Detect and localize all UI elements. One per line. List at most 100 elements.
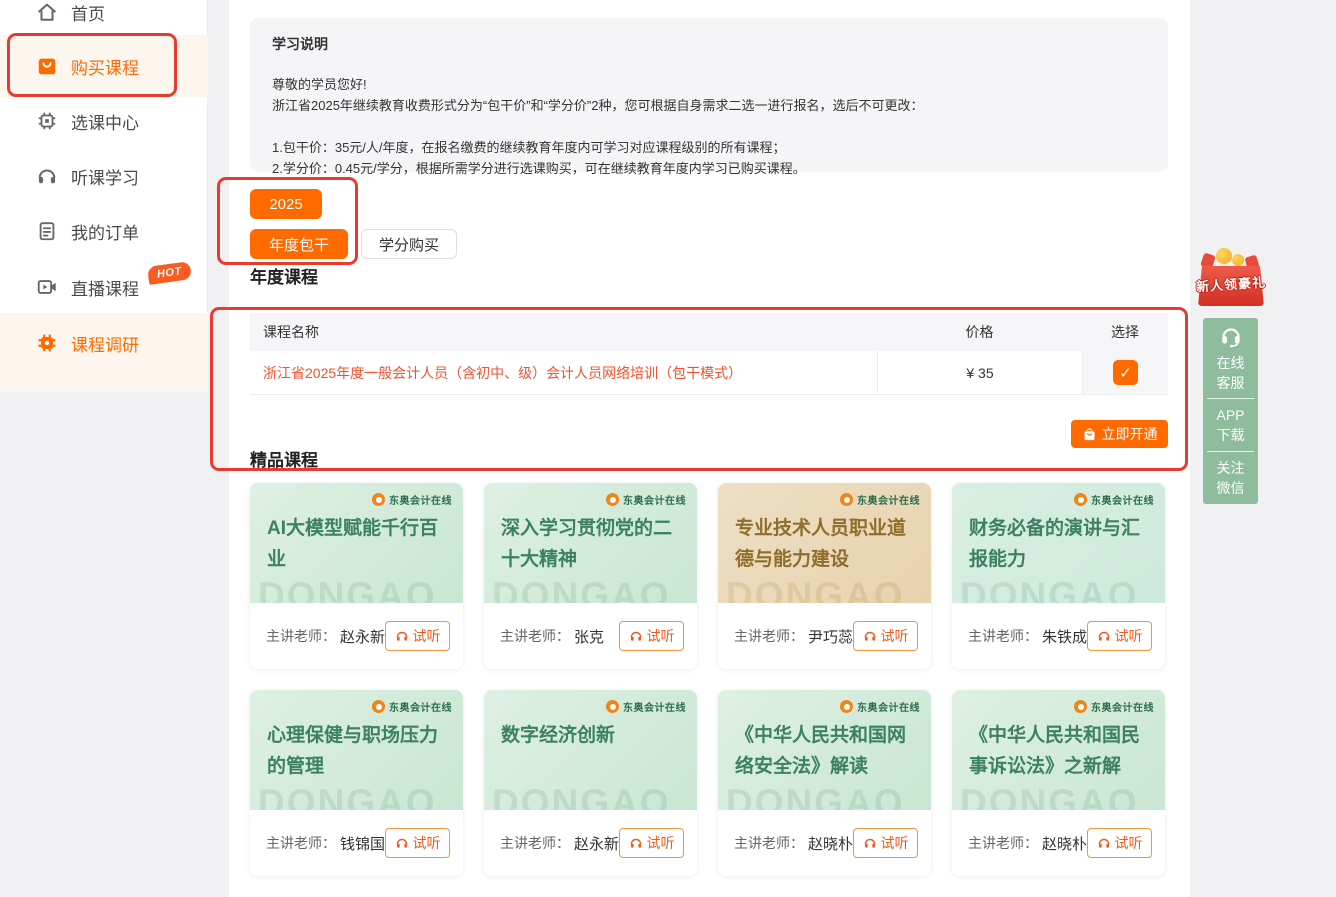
follow-wechat-button[interactable]: 关注微信 <box>1203 452 1258 504</box>
dongao-watermark: DONGAO <box>960 575 1139 603</box>
app-download-label: APP下载 <box>1211 405 1251 445</box>
headphone-icon <box>863 629 877 643</box>
dongao-watermark: DONGAO <box>492 782 671 810</box>
open-now-button[interactable]: 立即开通 <box>1071 420 1168 448</box>
teacher-name: 尹巧蕊 <box>808 626 853 647</box>
new-user-gift-banner[interactable]: 新人领豪礼 <box>1194 248 1268 310</box>
sidebar-item-buy-course[interactable]: 购买课程 <box>0 46 208 86</box>
sidebar-item-label: 听课学习 <box>71 164 139 189</box>
column-header-price: 价格 <box>877 322 1082 342</box>
course-card[interactable]: 东奥会计在线 《中华人民共和国网络安全法》解读 DONGAO 主讲老师：赵晓朴 … <box>718 690 931 876</box>
learning-notice-panel: 学习说明 尊敬的学员您好! 浙江省2025年继续教育收费形式分为“包干价”和“学… <box>250 18 1168 172</box>
notice-title: 学习说明 <box>272 34 1146 54</box>
dongao-logo: 东奥会计在线 <box>606 699 686 714</box>
dongao-logo-icon <box>372 493 385 506</box>
listen-trial-button[interactable]: 试听 <box>619 621 684 651</box>
course-card-title: 财务必备的演讲与汇报能力 <box>969 513 1151 575</box>
listen-trial-button[interactable]: 试听 <box>385 621 450 651</box>
teacher-name: 钱锦国 <box>340 833 385 854</box>
shopping-bag-icon <box>36 55 58 77</box>
teacher-label: 主讲老师： <box>500 626 570 646</box>
teacher-label: 主讲老师： <box>500 833 570 853</box>
sidebar: 首页 购买课程 选课中心 听课学习 我的订单 <box>0 0 208 392</box>
teacher-label: 主讲老师： <box>266 626 336 646</box>
sidebar-item-my-orders[interactable]: 我的订单 <box>0 211 208 251</box>
course-card[interactable]: 东奥会计在线 AI大模型赋能千行百业 DONGAO 主讲老师：赵永新 试听 <box>250 483 463 669</box>
course-card[interactable]: 东奥会计在线 数字经济创新 DONGAO 主讲老师：赵永新 试听 <box>484 690 697 876</box>
listen-trial-button[interactable]: 试听 <box>853 621 918 651</box>
teacher-name: 朱铁成 <box>1042 626 1087 647</box>
premium-course-title: 精品课程 <box>250 446 318 471</box>
listen-trial-button[interactable]: 试听 <box>385 828 450 858</box>
tab-credit-purchase[interactable]: 学分购买 <box>361 229 457 259</box>
listen-trial-button[interactable]: 试听 <box>1087 621 1152 651</box>
sidebar-item-label: 我的订单 <box>71 219 139 244</box>
checkmark-icon: ✓ <box>1119 364 1132 382</box>
headphone-icon <box>395 836 409 850</box>
online-service-label: 在线客服 <box>1215 353 1247 393</box>
notice-rule-1: 1.包干价：35元/人/年度，在报名缴费的继续教育年度内可学习对应课程级别的所有… <box>272 137 1146 158</box>
sidebar-item-label: 首页 <box>71 0 105 25</box>
floating-side-panel: 在线客服 APP下载 关注微信 <box>1203 318 1258 504</box>
order-list-icon <box>36 220 58 242</box>
app-download-button[interactable]: APP下载 <box>1203 399 1258 451</box>
teacher-label: 主讲老师： <box>734 833 804 853</box>
course-card-title: 心理保健与职场压力的管理 <box>267 720 449 782</box>
listen-trial-button[interactable]: 试听 <box>619 828 684 858</box>
course-card-title: 深入学习贯彻党的二十大精神 <box>501 513 683 575</box>
annual-course-table: 课程名称 价格 选择 浙江省2025年度一般会计人员（含初中、级）会计人员网络培… <box>250 313 1168 395</box>
listen-trial-button[interactable]: 试听 <box>853 828 918 858</box>
course-card[interactable]: 东奥会计在线 《中华人民共和国民事诉讼法》之新解 DONGAO 主讲老师：赵晓朴… <box>952 690 1165 876</box>
dongao-logo-icon <box>1074 493 1087 506</box>
dongao-logo: 东奥会计在线 <box>1074 699 1154 714</box>
dongao-logo: 东奥会计在线 <box>1074 492 1154 507</box>
teacher-label: 主讲老师： <box>266 833 336 853</box>
course-card-title: 数字经济创新 <box>501 720 683 751</box>
teacher-name: 赵晓朴 <box>808 833 853 854</box>
course-name-link[interactable]: 浙江省2025年度一般会计人员（含初中、级）会计人员网络培训（包干模式） <box>250 363 877 383</box>
listen-trial-button[interactable]: 试听 <box>1087 828 1152 858</box>
follow-wechat-label: 关注微信 <box>1215 458 1247 498</box>
gear-icon <box>36 332 58 354</box>
course-card-title: 《中华人民共和国网络安全法》解读 <box>735 720 917 782</box>
headphone-icon <box>629 836 643 850</box>
sidebar-item-course-center[interactable]: 选课中心 <box>0 101 208 141</box>
dongao-logo-icon <box>1074 700 1087 713</box>
home-icon <box>36 1 58 23</box>
headphone-icon <box>1097 629 1111 643</box>
notice-greeting: 尊敬的学员您好! <box>272 74 1146 95</box>
sidebar-item-listen-study[interactable]: 听课学习 <box>0 156 208 196</box>
headphone-icon <box>863 836 877 850</box>
sidebar-item-home[interactable]: 首页 <box>0 0 208 32</box>
video-camera-icon <box>36 276 58 298</box>
course-price: ¥ 35 <box>877 351 1082 394</box>
tab-annual-package[interactable]: 年度包干 <box>250 229 348 259</box>
headphone-icon <box>395 629 409 643</box>
course-card-title: AI大模型赋能千行百业 <box>267 513 449 575</box>
dongao-watermark: DONGAO <box>258 575 437 603</box>
online-service-button[interactable]: 在线客服 <box>1203 318 1258 398</box>
teacher-name: 赵晓朴 <box>1042 833 1087 854</box>
dongao-watermark: DONGAO <box>492 575 671 603</box>
dongao-logo: 东奥会计在线 <box>606 492 686 507</box>
course-card[interactable]: 东奥会计在线 专业技术人员职业道德与能力建设 DONGAO 主讲老师：尹巧蕊 试… <box>718 483 931 669</box>
dongao-logo-icon <box>840 493 853 506</box>
course-card[interactable]: 东奥会计在线 心理保健与职场压力的管理 DONGAO 主讲老师：钱锦国 试听 <box>250 690 463 876</box>
column-header-select: 选择 <box>1082 322 1168 342</box>
sidebar-item-label: 直播课程 <box>71 275 139 300</box>
teacher-name: 赵永新 <box>340 626 385 647</box>
course-card[interactable]: 东奥会计在线 深入学习贯彻党的二十大精神 DONGAO 主讲老师：张克 试听 <box>484 483 697 669</box>
purchase-course-page: 首页 购买课程 选课中心 听课学习 我的订单 <box>0 0 1336 897</box>
teacher-name: 赵永新 <box>574 833 619 854</box>
dongao-watermark: DONGAO <box>726 575 905 603</box>
course-card-title: 《中华人民共和国民事诉讼法》之新解 <box>969 720 1151 782</box>
table-header-row: 课程名称 价格 选择 <box>250 313 1168 351</box>
dongao-logo-icon <box>840 700 853 713</box>
dongao-watermark: DONGAO <box>960 782 1139 810</box>
notice-intro: 浙江省2025年继续教育收费形式分为“包干价”和“学分价”2种，您可根据自身需求… <box>272 95 1146 116</box>
course-select-checkbox[interactable]: ✓ <box>1113 360 1138 385</box>
course-card[interactable]: 东奥会计在线 财务必备的演讲与汇报能力 DONGAO 主讲老师：朱铁成 试听 <box>952 483 1165 669</box>
teacher-label: 主讲老师： <box>734 626 804 646</box>
year-2025-button[interactable]: 2025 <box>250 189 322 219</box>
sidebar-item-course-survey[interactable]: 课程调研 <box>0 323 208 363</box>
